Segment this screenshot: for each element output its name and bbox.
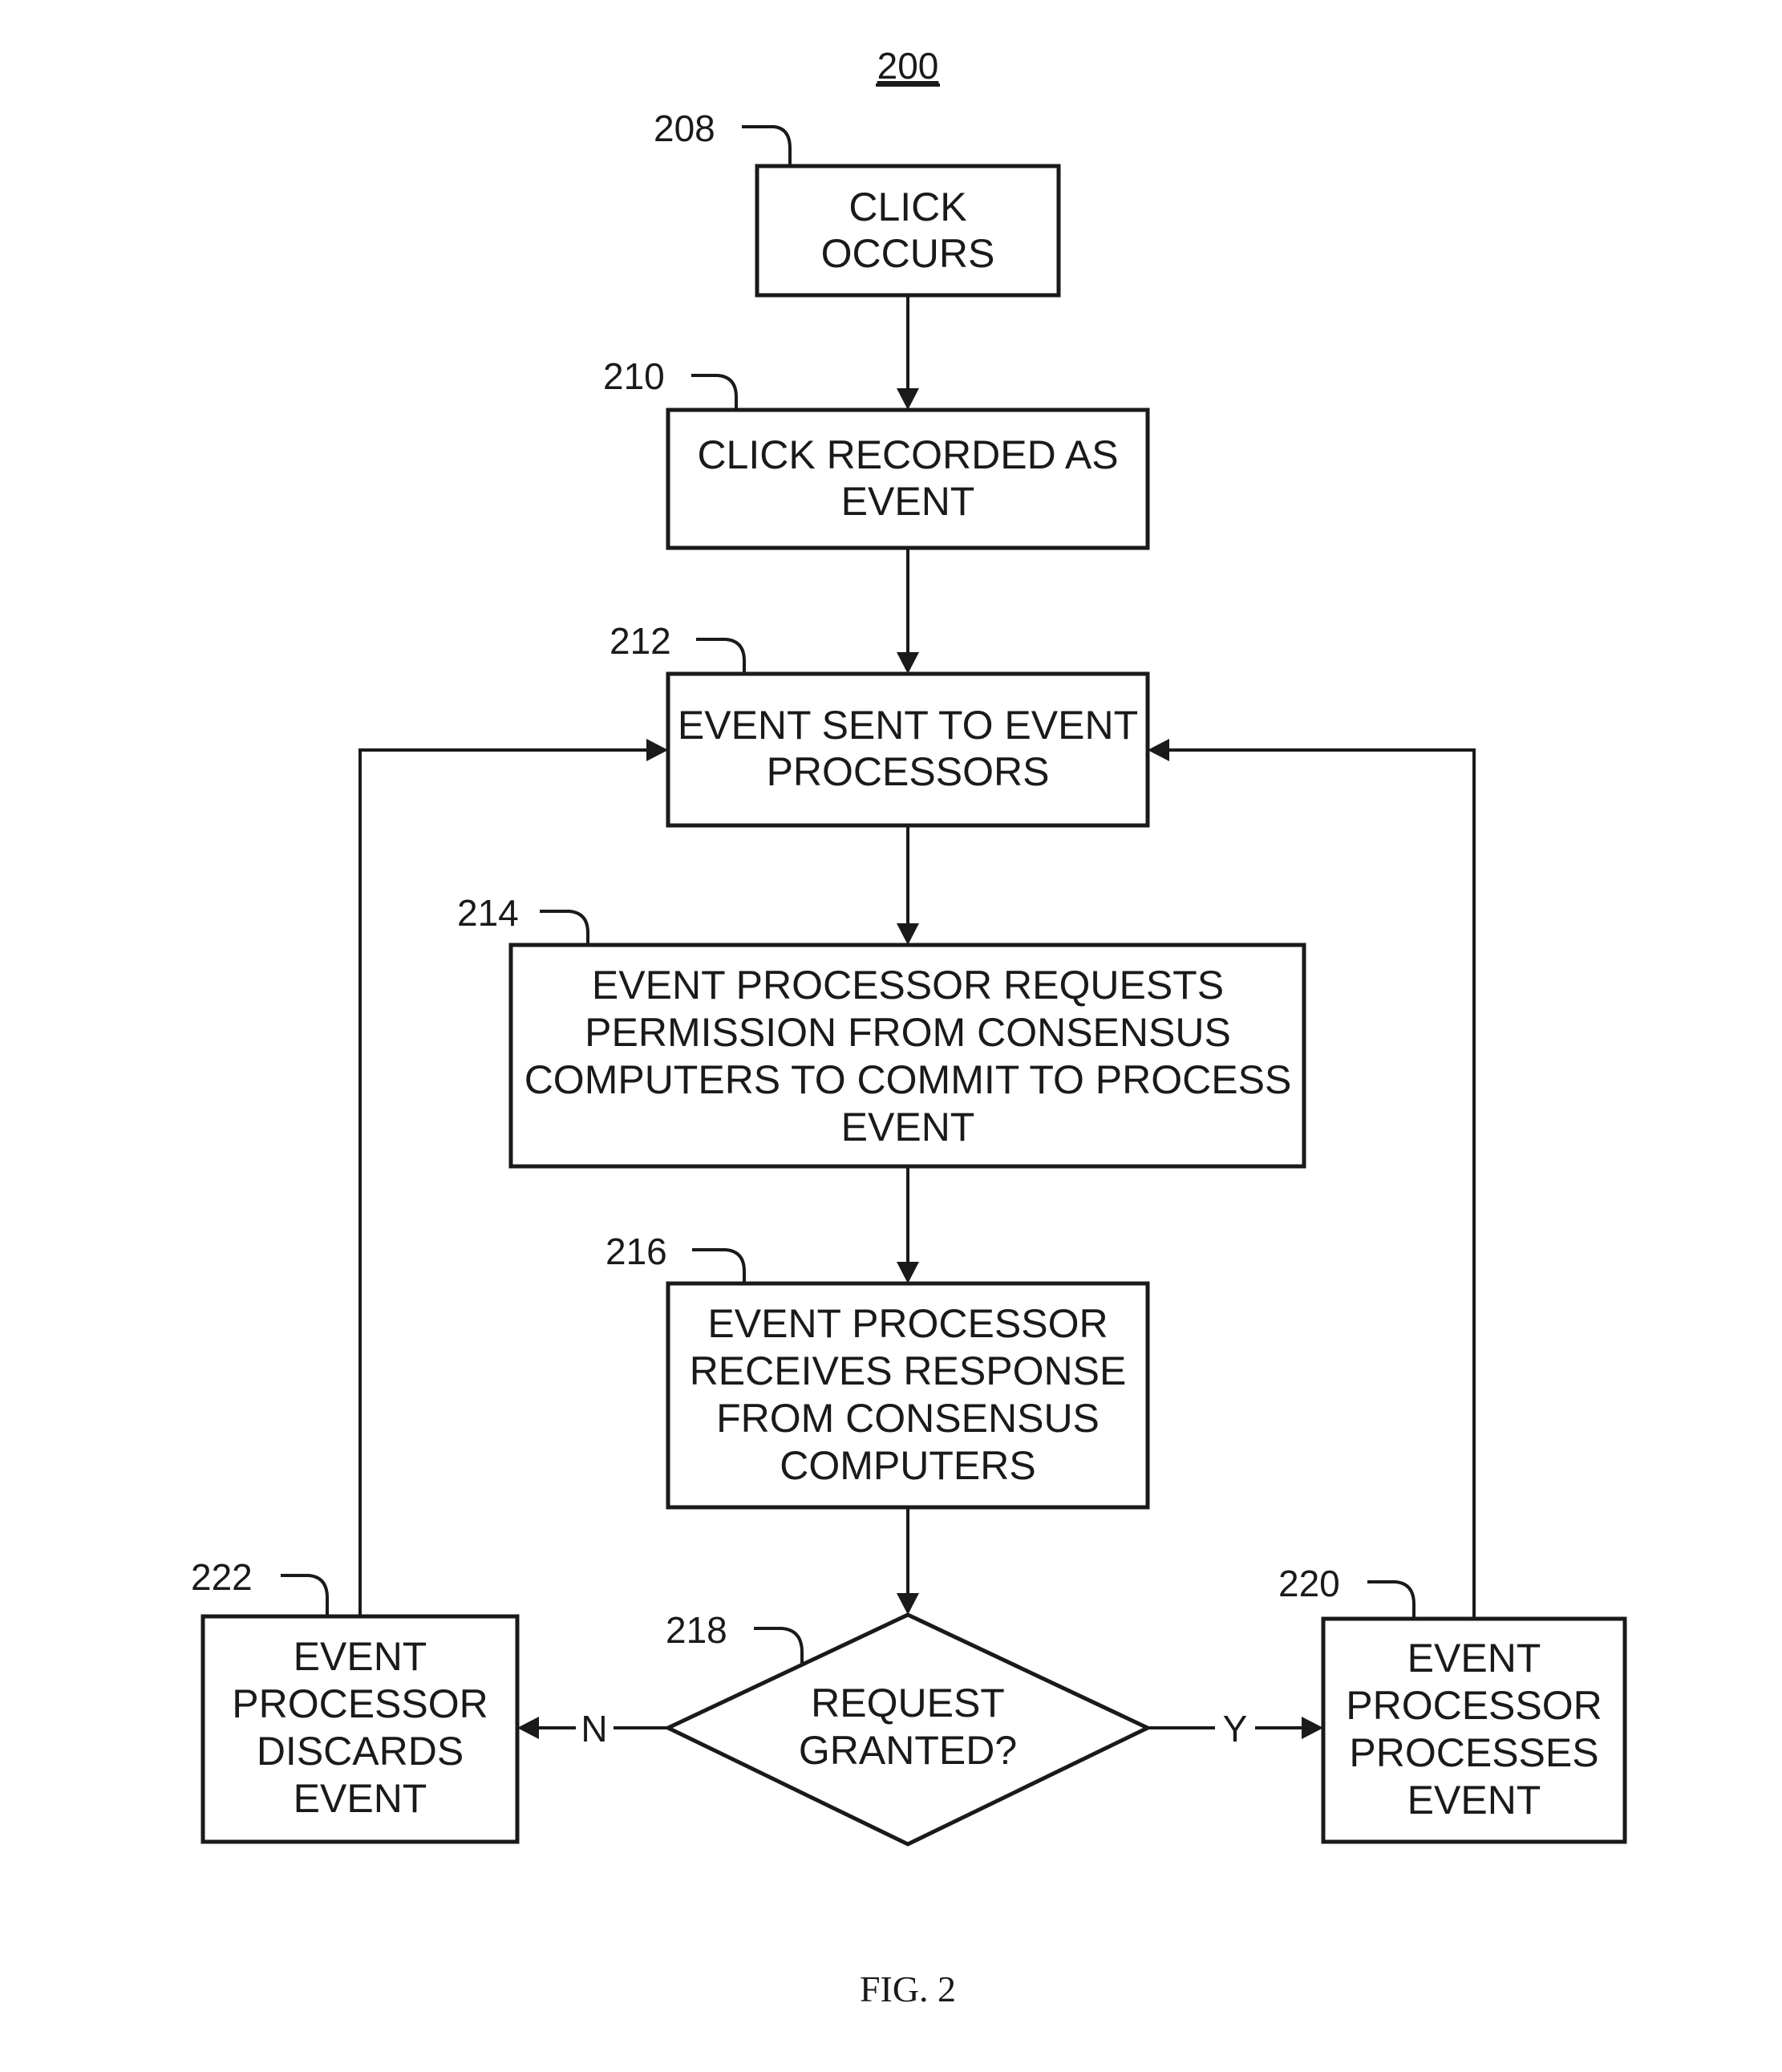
arrowhead-216-to-218 xyxy=(897,1593,919,1615)
node-220-line-4: EVENT xyxy=(1407,1778,1541,1823)
node-214-line-2: PERMISSION FROM CONSENSUS xyxy=(585,1010,1231,1055)
ref-label-210: 210 xyxy=(603,355,665,397)
ref-label-208: 208 xyxy=(654,107,715,149)
node-216-receives-response: 216 EVENT PROCESSOR RECEIVES RESPONSE FR… xyxy=(605,1231,1150,1510)
node-214-line-3: COMPUTERS TO COMMIT TO PROCESS xyxy=(524,1057,1292,1102)
arrowhead-loop-220-to-212 xyxy=(1148,739,1169,761)
leader-line-212 xyxy=(696,638,746,674)
node-222-line-1: EVENT xyxy=(294,1634,427,1679)
node-216-line-2: RECEIVES RESPONSE xyxy=(690,1348,1127,1393)
arrowhead-210-to-212 xyxy=(897,652,919,674)
node-220-processes-event: 220 EVENT PROCESSOR PROCESSES EVENT xyxy=(1278,1563,1627,1844)
node-222-line-2: PROCESSOR xyxy=(232,1681,488,1726)
loop-222-to-212 xyxy=(358,748,652,1616)
node-222-discards-event: 222 EVENT PROCESSOR DISCARDS EVENT xyxy=(191,1556,520,1844)
node-218-line-1: REQUEST xyxy=(811,1681,1005,1725)
decision-218-request-granted: 218 REQUEST GRANTED? xyxy=(663,1609,1152,1847)
leader-line-214 xyxy=(540,910,589,945)
leader-line-220 xyxy=(1367,1580,1415,1619)
ref-label-222: 222 xyxy=(191,1556,253,1598)
node-220-line-3: PROCESSES xyxy=(1349,1730,1598,1775)
leader-line-216 xyxy=(692,1248,746,1283)
node-222-line-3: DISCARDS xyxy=(257,1729,464,1774)
node-214-requests-permission: 214 EVENT PROCESSOR REQUESTS PERMISSION … xyxy=(457,892,1306,1169)
node-216-line-1: EVENT PROCESSOR xyxy=(707,1301,1108,1346)
ref-label-212: 212 xyxy=(610,620,671,662)
node-208-line-1: CLICK xyxy=(848,184,966,229)
leader-line-222 xyxy=(281,1574,329,1616)
ref-label-214: 214 xyxy=(457,892,519,934)
node-210-line-2: EVENT xyxy=(841,479,975,524)
node-210-click-recorded: 210 CLICK RECORDED AS EVENT xyxy=(603,355,1150,550)
node-208-line-2: OCCURS xyxy=(821,231,995,276)
node-210-line-1: CLICK RECORDED AS xyxy=(697,432,1118,477)
node-214-line-1: EVENT PROCESSOR REQUESTS xyxy=(592,963,1224,1008)
node-212-line-1: EVENT SENT TO EVENT xyxy=(678,703,1138,748)
node-222-line-4: EVENT xyxy=(294,1776,427,1821)
ref-label-216: 216 xyxy=(605,1231,667,1272)
node-216-line-3: FROM CONSENSUS xyxy=(716,1396,1100,1441)
arrowhead-loop-222-to-212 xyxy=(646,739,668,761)
leader-line-208 xyxy=(742,125,792,166)
figure-caption: FIG. 2 xyxy=(860,1969,956,2009)
leader-line-210 xyxy=(691,374,738,410)
loop-220-to-212 xyxy=(1164,748,1476,1619)
node-212-event-sent: 212 EVENT SENT TO EVENT PROCESSORS xyxy=(610,620,1150,828)
node-220-line-2: PROCESSOR xyxy=(1346,1683,1602,1728)
node-208-click-occurs: 208 CLICK OCCURS xyxy=(654,107,1061,298)
arrowhead-214-to-216 xyxy=(897,1262,919,1283)
edge-label-yes: Y xyxy=(1223,1708,1248,1750)
leader-line-218 xyxy=(754,1627,804,1667)
arrowhead-218-to-220 xyxy=(1302,1717,1323,1739)
edge-label-no: N xyxy=(581,1708,607,1750)
node-216-line-4: COMPUTERS xyxy=(780,1443,1035,1488)
arrowhead-208-to-210 xyxy=(897,388,919,410)
ref-label-220: 220 xyxy=(1278,1563,1340,1604)
node-212-line-2: PROCESSORS xyxy=(767,749,1050,794)
figure-number: 200 xyxy=(877,45,939,87)
flowchart: 200 208 CLICK OCCURS 210 CLICK RECORDED … xyxy=(191,45,1627,2009)
node-218-line-2: GRANTED? xyxy=(799,1728,1017,1773)
ref-label-218: 218 xyxy=(666,1609,727,1651)
arrowhead-212-to-214 xyxy=(897,923,919,945)
node-220-line-1: EVENT xyxy=(1407,1636,1541,1681)
node-214-line-4: EVENT xyxy=(841,1105,975,1150)
arrowhead-218-to-222 xyxy=(517,1717,539,1739)
